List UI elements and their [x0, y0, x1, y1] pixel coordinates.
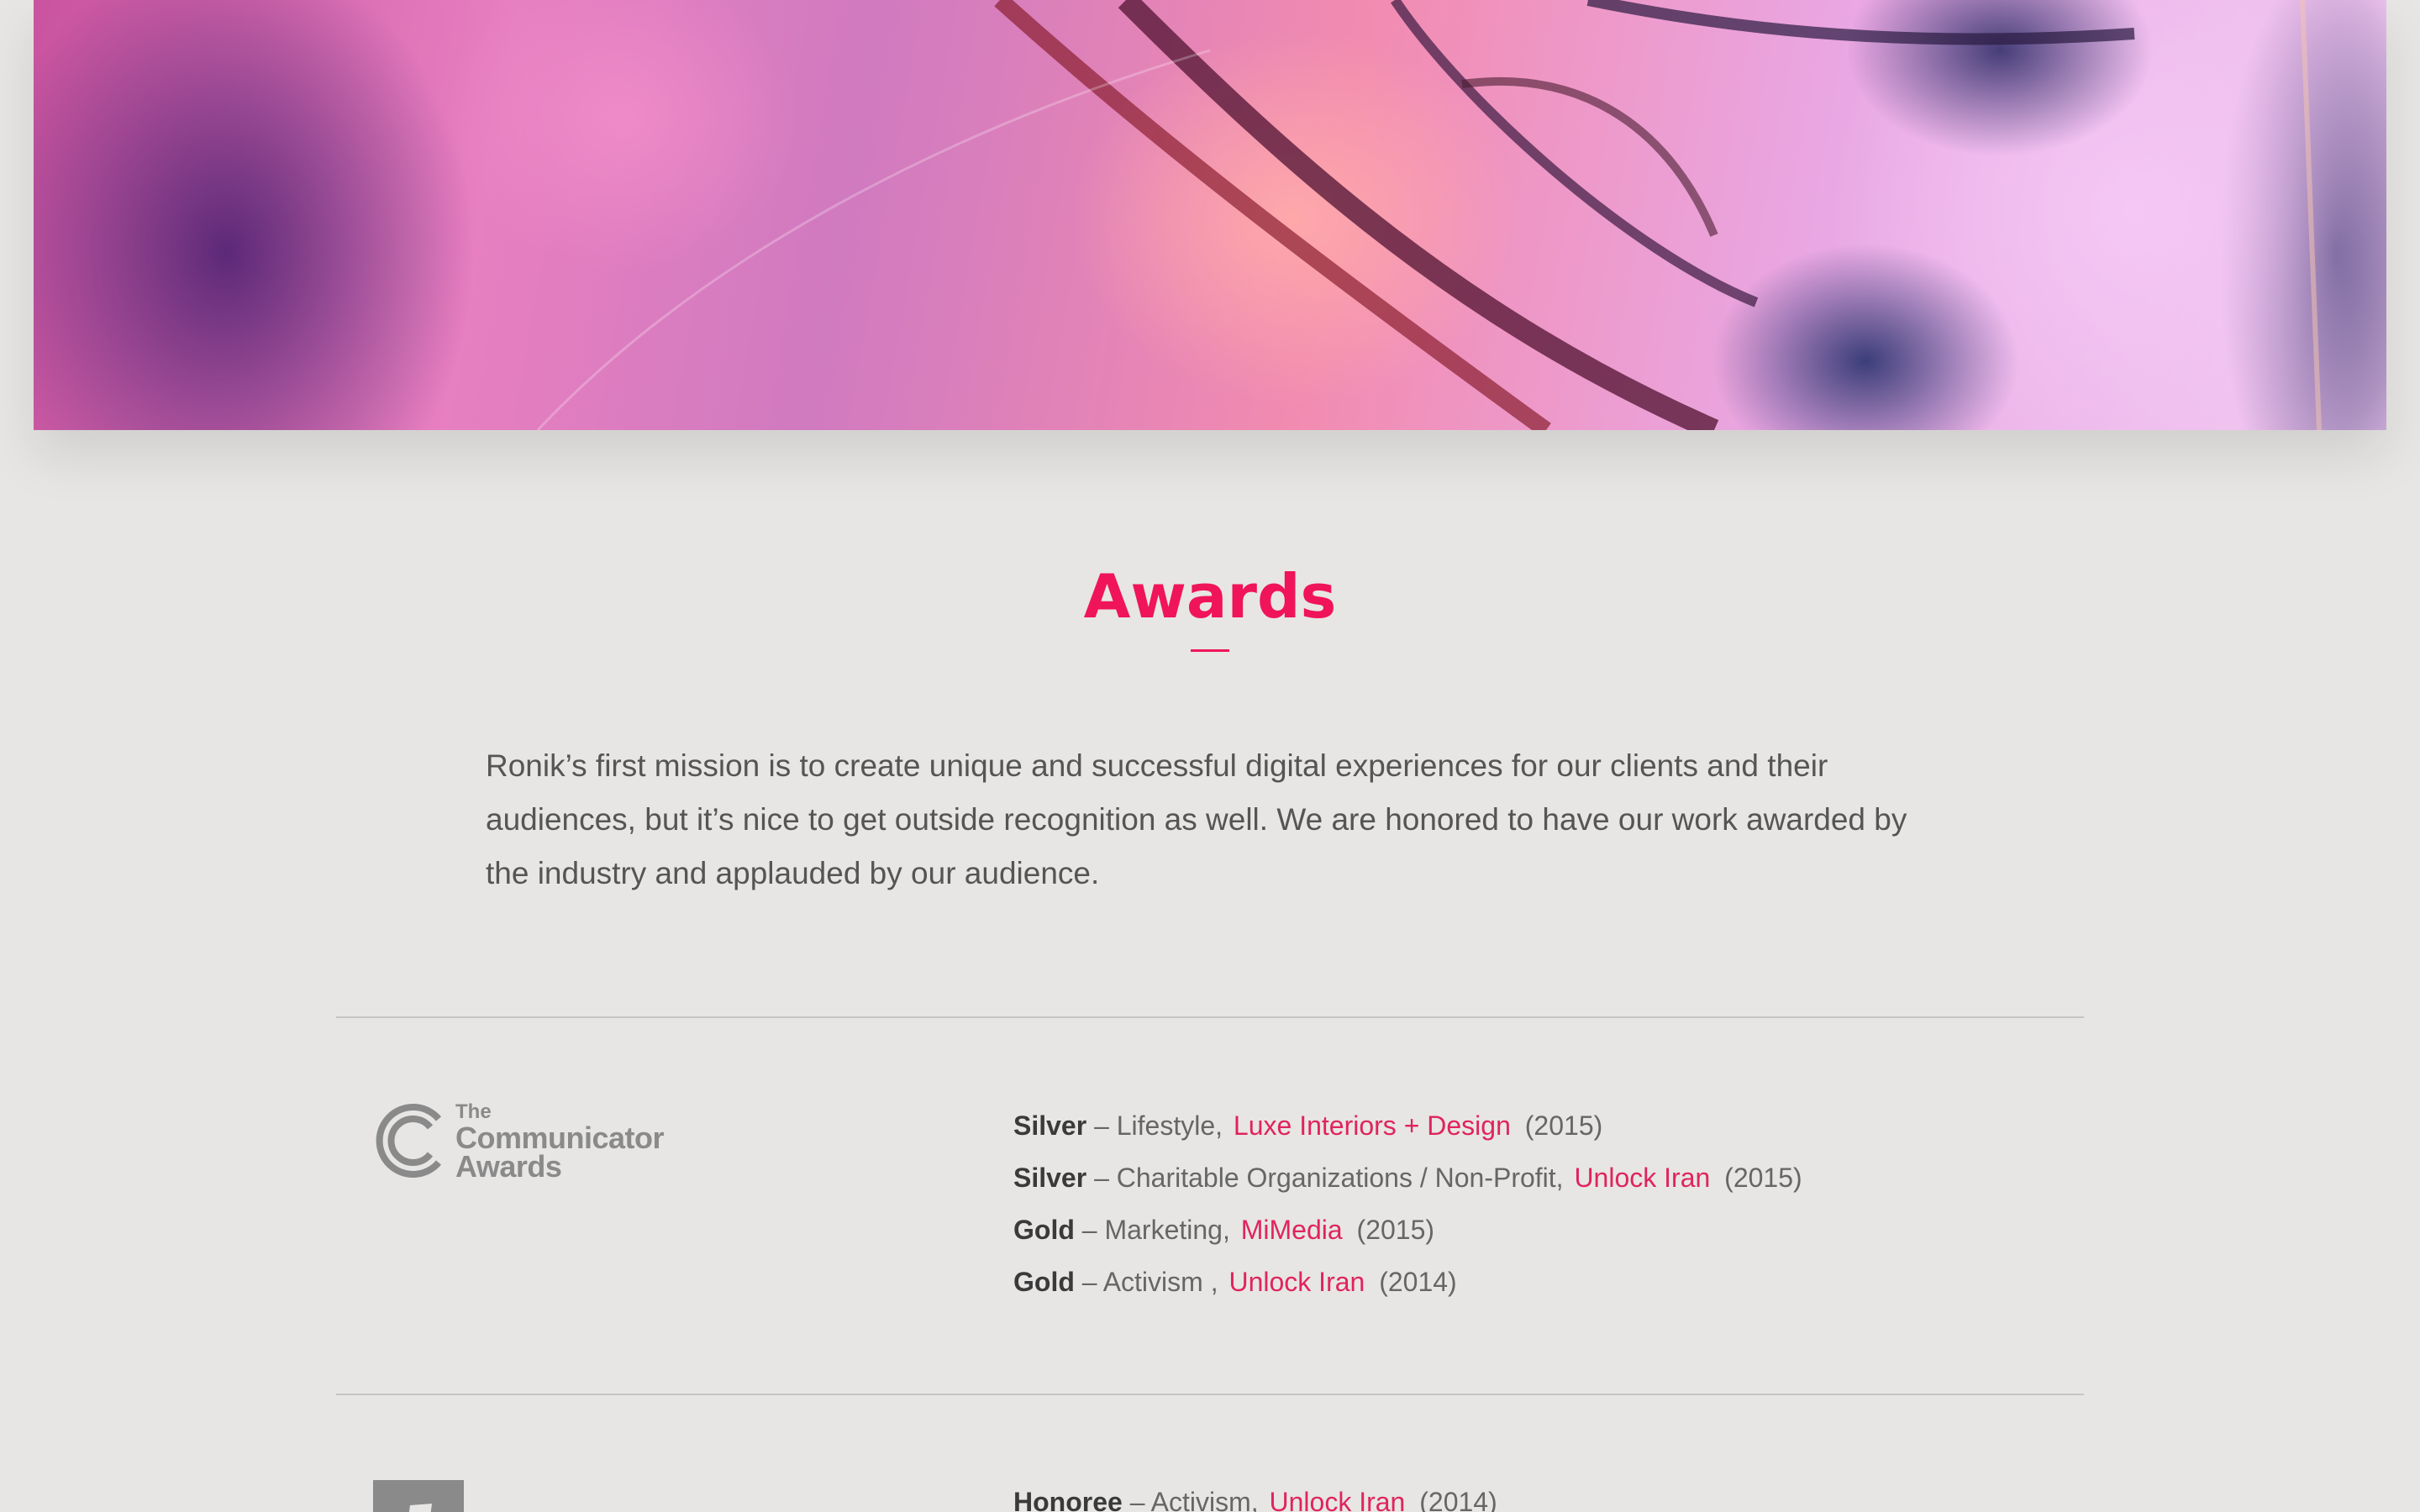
communicator-c-icon — [376, 1104, 442, 1178]
section-title: Awards — [1083, 561, 1337, 632]
award-project-link[interactable]: Luxe Interiors + Design — [1234, 1110, 1511, 1141]
award-item: Silver – Charitable Organizations / Non-… — [1013, 1152, 1802, 1204]
award-item: Gold – Activism , Unlock Iran (2014) — [1013, 1256, 1802, 1308]
divider — [336, 1394, 2084, 1395]
award-item: Gold – Marketing, MiMedia (2015) — [1013, 1204, 1802, 1256]
award-category: – Activism, — [1129, 1487, 1259, 1512]
award-year: (2015) — [1524, 1110, 1603, 1141]
award-category: – Charitable Organizations / Non-Profit, — [1094, 1163, 1564, 1193]
hero-image — [34, 0, 2386, 430]
divider — [336, 1016, 2084, 1018]
logo-text-awards: Awards — [455, 1149, 562, 1184]
award-category: – Marketing, — [1081, 1215, 1230, 1245]
award-project-link[interactable]: MiMedia — [1241, 1215, 1343, 1245]
award-level: Gold — [1013, 1215, 1075, 1245]
award-item: Honoree – Activism, Unlock Iran (2014) — [1013, 1476, 1497, 1512]
award-project-link[interactable]: Unlock Iran — [1270, 1487, 1406, 1512]
award-category: – Lifestyle, — [1094, 1110, 1223, 1141]
award-item: Silver – Lifestyle, Luxe Interiors + Des… — [1013, 1100, 1802, 1152]
section-intro: Ronik’s first mission is to create uniqu… — [486, 748, 1907, 890]
award-year: (2015) — [1724, 1163, 1802, 1193]
honoree-award-list: Honoree – Activism, Unlock Iran (2014) — [1013, 1476, 1497, 1512]
award-level: Honoree — [1013, 1487, 1123, 1512]
award-level: Silver — [1013, 1110, 1087, 1141]
award-level: Gold — [1013, 1267, 1075, 1297]
communicator-awards-logo: The Communicator Awards — [368, 1099, 687, 1184]
award-year: (2014) — [1419, 1487, 1497, 1512]
award-project-link[interactable]: Unlock Iran — [1574, 1163, 1710, 1193]
title-underline — [1191, 649, 1229, 652]
hero-abstract-art — [536, 0, 2322, 430]
communicator-award-list: Silver – Lifestyle, Luxe Interiors + Des… — [1013, 1100, 1802, 1308]
award-level: Silver — [1013, 1163, 1087, 1193]
flag-icon — [408, 1504, 432, 1512]
award-year: (2014) — [1379, 1267, 1457, 1297]
award-year: (2015) — [1356, 1215, 1435, 1245]
award-project-link[interactable]: Unlock Iran — [1228, 1267, 1365, 1297]
page: Awards Ronik’s first mission is to creat… — [0, 0, 2420, 1512]
award-organization-logo — [373, 1480, 464, 1512]
award-category: – Activism , — [1081, 1267, 1218, 1297]
